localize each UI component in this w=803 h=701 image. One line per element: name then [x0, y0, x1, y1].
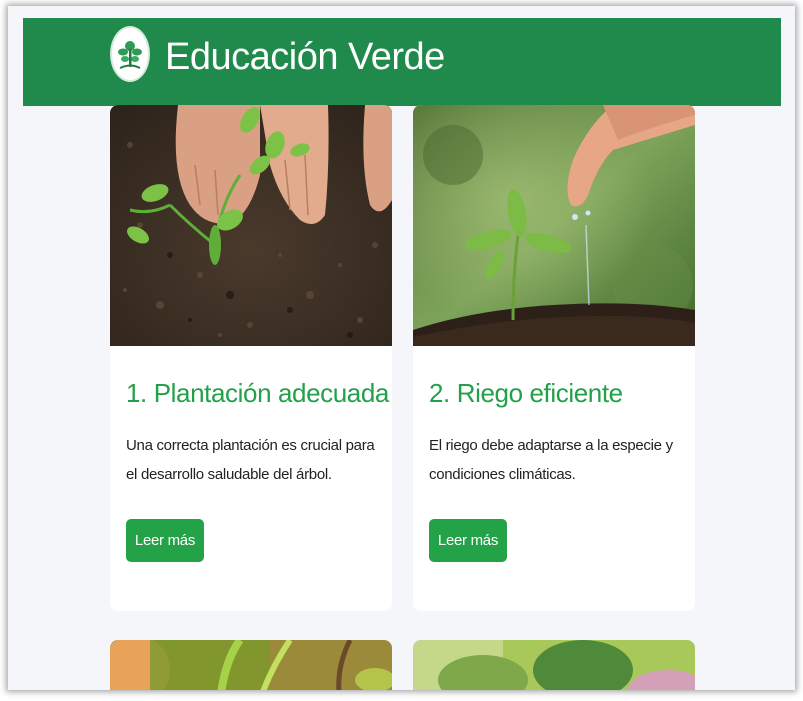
read-more-button[interactable]: Leer más: [126, 519, 204, 562]
site-header: Educación Verde: [23, 18, 781, 106]
card-title: 2. Riego eficiente: [429, 378, 623, 408]
hand-watering-sprout-photo: [413, 105, 695, 346]
card-third: [110, 640, 392, 690]
tree-logo-icon[interactable]: [110, 26, 150, 82]
green-foliage-photo-partial: [413, 640, 695, 690]
card-text: El riego debe adaptarse a la especie y c…: [429, 437, 673, 483]
read-more-button[interactable]: Leer más: [429, 519, 507, 562]
site-title[interactable]: Educación Verde: [165, 35, 445, 79]
hands-planting-seedling-photo: [110, 105, 392, 346]
card-riego: 2. Riego eficiente El riego debe adaptar…: [413, 105, 695, 611]
card-title: 1. Plantación adecuada: [126, 378, 389, 408]
card-plantacion: 1. Plantación adecuada Una correcta plan…: [110, 105, 392, 611]
plant-photo-partial: [110, 640, 392, 690]
card-text: Una correcta plantación es crucial para …: [126, 437, 375, 483]
page-frame: Educación Verde 1. Plantación adecuada U…: [8, 6, 795, 690]
card-fourth: [413, 640, 695, 690]
